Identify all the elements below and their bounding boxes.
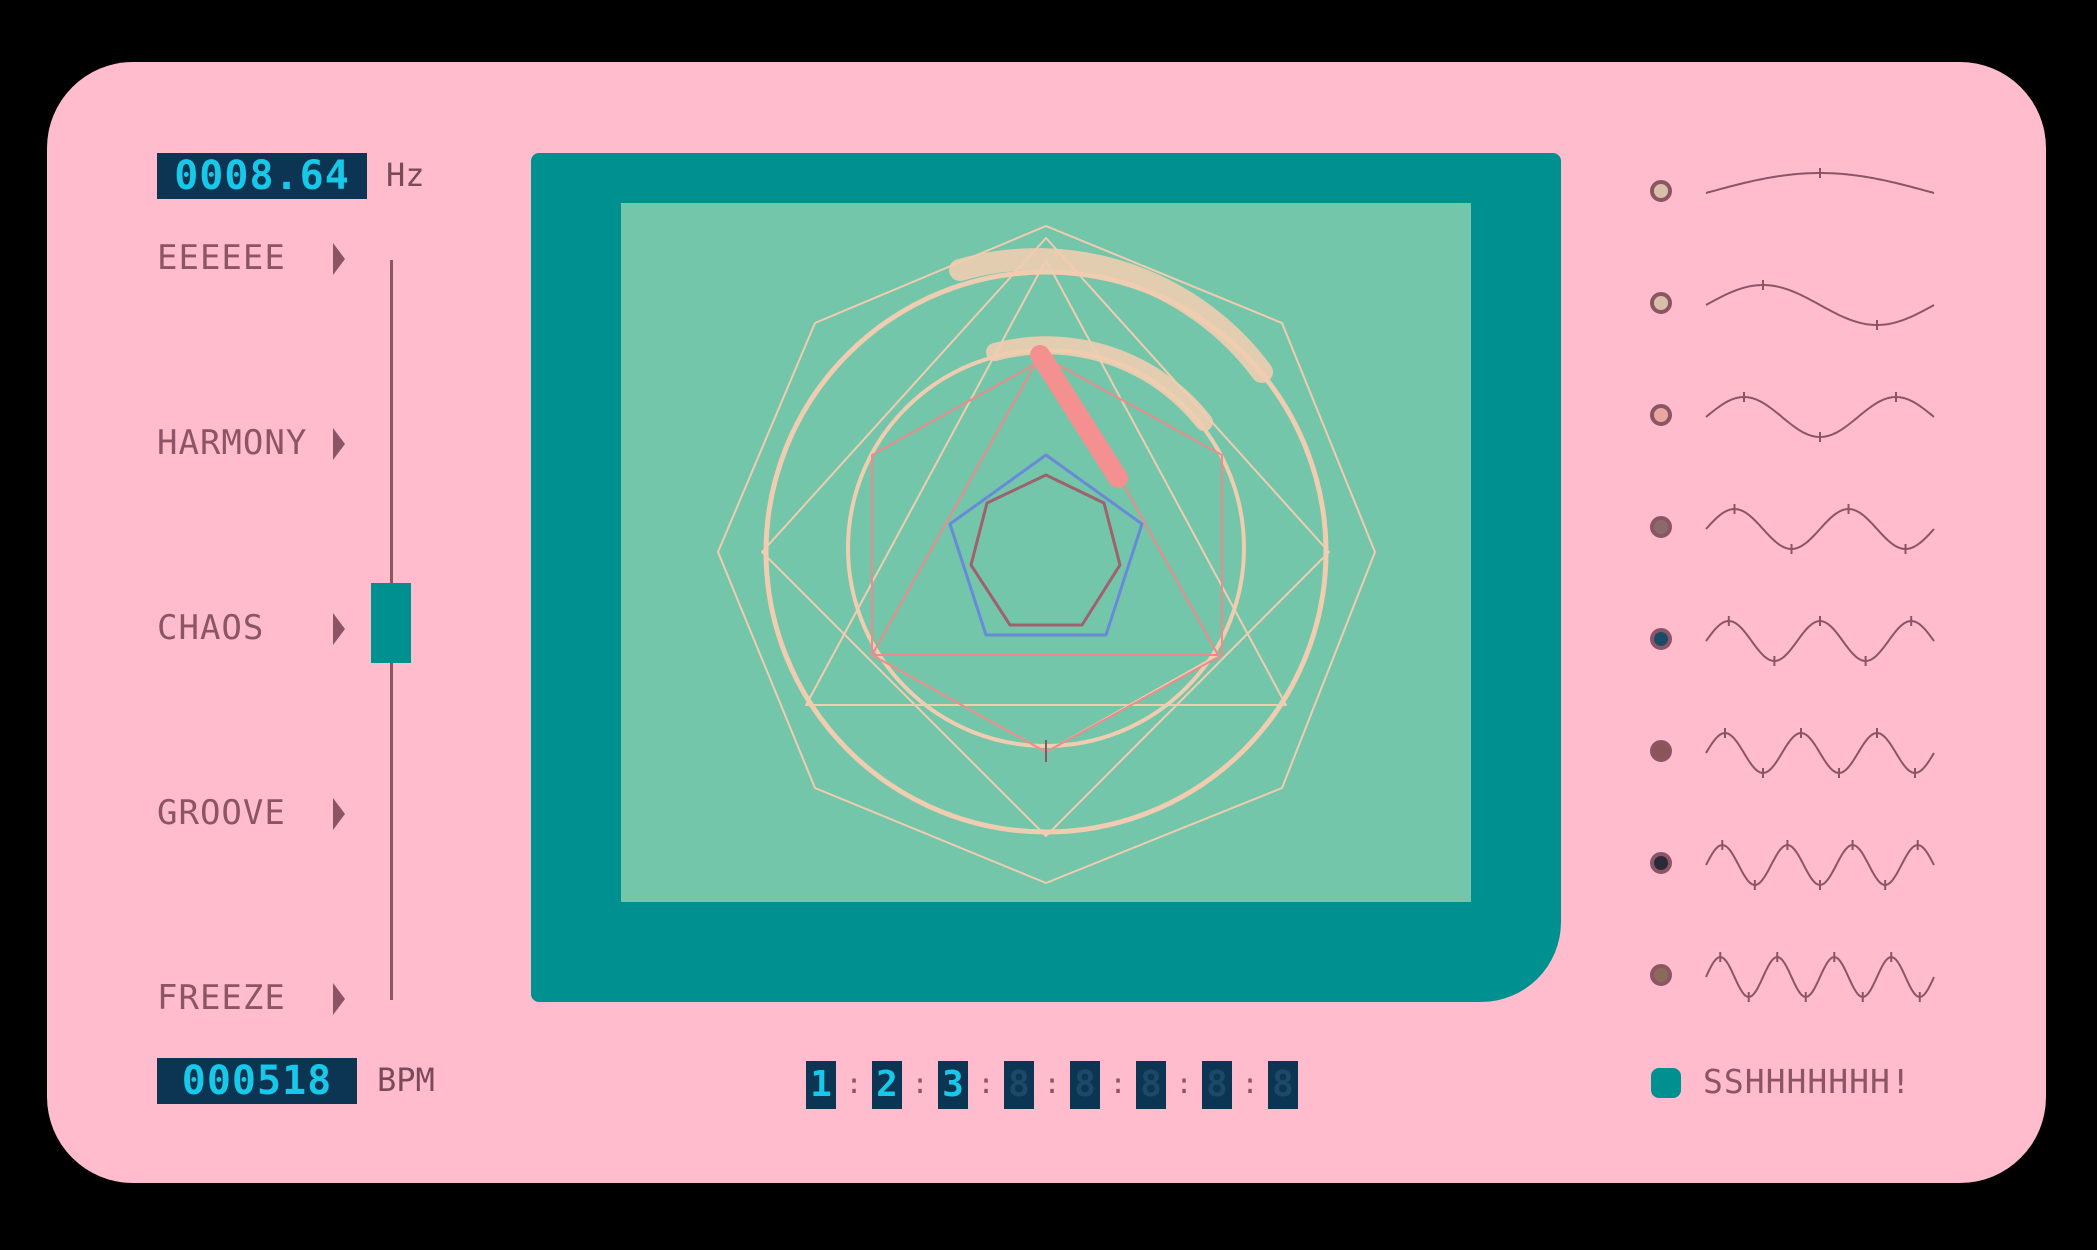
sequencer-step-7[interactable]: 8	[1202, 1061, 1232, 1109]
pink-hexagon	[871, 357, 1223, 753]
waveform-select-dot[interactable]	[1650, 404, 1672, 426]
sequencer-step-2[interactable]: 2	[872, 1061, 902, 1109]
sequencer-step-6[interactable]: 8	[1136, 1061, 1166, 1109]
sequencer-step-3[interactable]: 3	[938, 1061, 968, 1109]
waveform-option-5[interactable]	[1650, 611, 1940, 671]
waveform-option-8[interactable]	[1650, 947, 1940, 1007]
waveform-select-dot[interactable]	[1650, 516, 1672, 538]
sine-wave-icon	[1705, 952, 1935, 1002]
sine-wave-icon	[1705, 728, 1935, 778]
sine-wave-icon	[1705, 280, 1935, 330]
inner-arc-trail	[986, 336, 1213, 431]
waveform-option-7[interactable]	[1650, 835, 1940, 895]
sequencer-separator: :	[1043, 1067, 1061, 1100]
sine-wave-icon	[1705, 504, 1935, 554]
sequencer-separator: :	[977, 1067, 995, 1100]
waveform-select-dot[interactable]	[1650, 852, 1672, 874]
mute-label[interactable]: SSHHHHHHH!	[1703, 1062, 1912, 1101]
sine-wave-icon	[1705, 840, 1935, 890]
sequencer-step-1[interactable]: 1	[806, 1061, 836, 1109]
sequencer-step-5[interactable]: 8	[1070, 1061, 1100, 1109]
waveform-select-dot[interactable]	[1650, 292, 1672, 314]
waveform-option-3[interactable]	[1650, 387, 1940, 447]
sequencer-separator: :	[845, 1067, 863, 1100]
waveform-select-dot[interactable]	[1650, 628, 1672, 650]
sequencer-step-4[interactable]: 8	[1004, 1061, 1034, 1109]
brown-heptagon	[969, 473, 1122, 627]
waveform-select-dot[interactable]	[1650, 964, 1672, 986]
sequencer-separator: :	[1109, 1067, 1127, 1100]
sine-wave-icon	[1705, 616, 1935, 666]
waveform-option-2[interactable]	[1650, 275, 1940, 335]
waveform-option-1[interactable]	[1650, 163, 1940, 223]
sequencer-separator: :	[1175, 1067, 1193, 1100]
waveform-option-4[interactable]	[1650, 499, 1940, 559]
waveform-select-dot[interactable]	[1650, 180, 1672, 202]
sine-wave-icon	[1705, 168, 1935, 194]
mute-led[interactable]	[1651, 1068, 1681, 1098]
sine-wave-icon	[1705, 392, 1935, 442]
waveform-select-dot[interactable]	[1650, 740, 1672, 762]
sequencer-step-8[interactable]: 8	[1268, 1061, 1298, 1109]
sequencer-separator: :	[1241, 1067, 1259, 1100]
waveform-option-6[interactable]	[1650, 723, 1940, 783]
octagon-shape	[717, 225, 1376, 884]
sequencer-separator: :	[911, 1067, 929, 1100]
